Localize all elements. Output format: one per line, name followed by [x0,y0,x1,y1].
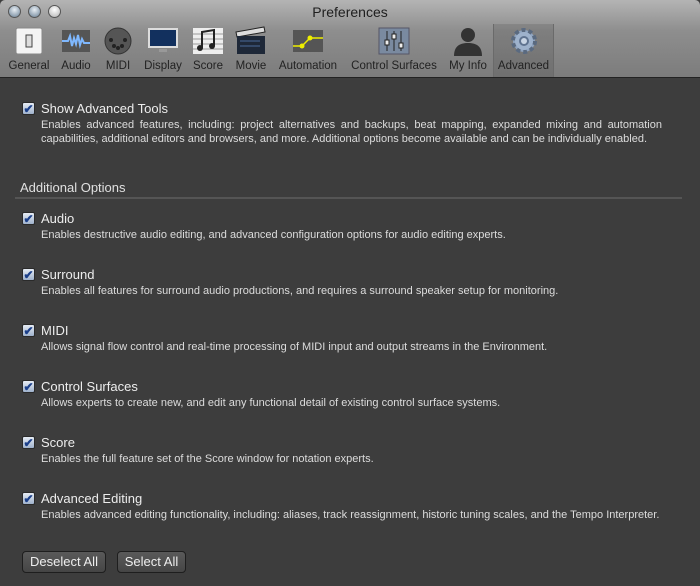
tab-advanced[interactable]: Advanced [493,24,554,77]
person-icon [454,28,482,56]
clapperboard-icon [235,26,266,54]
option-description: Enables advanced features, including: pr… [41,119,662,145]
option-title: Audio [41,211,75,226]
select-all-button[interactable]: Select All [117,551,186,573]
option-surround: ✔ Surround Enables all features for surr… [22,267,662,298]
option-description: Enables destructive audio editing, and a… [41,229,506,241]
score-checkbox[interactable]: ✔ [22,436,35,449]
option-audio: ✔ Audio Enables destructive audio editin… [22,211,662,242]
tab-automation[interactable]: Automation [276,24,340,77]
tab-my-info[interactable]: My Info [446,24,490,77]
tab-control-surfaces[interactable]: Control Surfaces [348,24,440,77]
control-surfaces-checkbox[interactable]: ✔ [22,380,35,393]
midi-checkbox[interactable]: ✔ [22,324,35,337]
tab-label: Movie [235,60,267,72]
window-title: Preferences [312,4,388,20]
option-title: Control Surfaces [41,379,138,394]
monitor-icon [148,28,178,52]
deselect-all-button[interactable]: Deselect All [22,551,106,573]
option-description: Enables advanced editing functionality, … [41,509,660,521]
tab-label: Automation [278,60,338,72]
audio-checkbox[interactable]: ✔ [22,212,35,225]
divider [15,197,682,199]
tab-label: Display [144,60,182,72]
tab-label: Advanced [497,60,550,72]
automation-curve-icon [293,30,323,52]
switch-icon [15,27,43,55]
option-description: Allows signal flow control and real-time… [41,341,548,353]
option-midi: ✔ MIDI Allows signal flow control and re… [22,323,662,354]
show-advanced-tools-option: ✔ Show Advanced Tools Enables advanced f… [22,101,662,146]
tab-general[interactable]: General [7,24,51,77]
midi-connector-icon [104,27,132,55]
tab-label: Score [192,60,224,72]
tab-label: Control Surfaces [351,60,437,72]
show-advanced-tools-checkbox[interactable]: ✔ [22,102,35,115]
option-advanced-editing: ✔ Advanced Editing Enables advanced edit… [22,491,662,522]
option-title: MIDI [41,323,69,338]
option-description: Enables all features for surround audio … [41,285,559,297]
gear-icon [510,28,537,54]
tab-label: MIDI [105,60,131,72]
faders-icon [378,27,410,55]
option-description: Enables the full feature set of the Scor… [41,453,374,465]
surround-checkbox[interactable]: ✔ [22,268,35,281]
tab-midi[interactable]: MIDI [100,24,136,77]
option-description: Allows experts to create new, and edit a… [41,397,501,409]
option-title: Advanced Editing [41,491,143,506]
option-title: Show Advanced Tools [41,101,168,116]
tab-display[interactable]: Display [141,24,185,77]
title-bar: Preferences General Audio MIDI Display S… [0,0,700,78]
option-control-surfaces: ✔ Control Surfaces Allows experts to cre… [22,379,662,410]
option-score: ✔ Score Enables the full feature set of … [22,435,662,466]
tab-audio[interactable]: Audio [57,24,95,77]
option-title: Score [41,435,75,450]
tab-label: My Info [449,60,487,72]
section-title: Additional Options [20,180,126,195]
tab-label: Audio [61,60,91,72]
option-title: Surround [41,267,95,282]
tab-movie[interactable]: Movie [231,24,271,77]
tab-score[interactable]: Score [190,24,226,77]
tab-label: General [8,60,50,72]
music-notes-icon [193,28,223,54]
waveform-icon [62,30,90,52]
advanced-editing-checkbox[interactable]: ✔ [22,492,35,505]
